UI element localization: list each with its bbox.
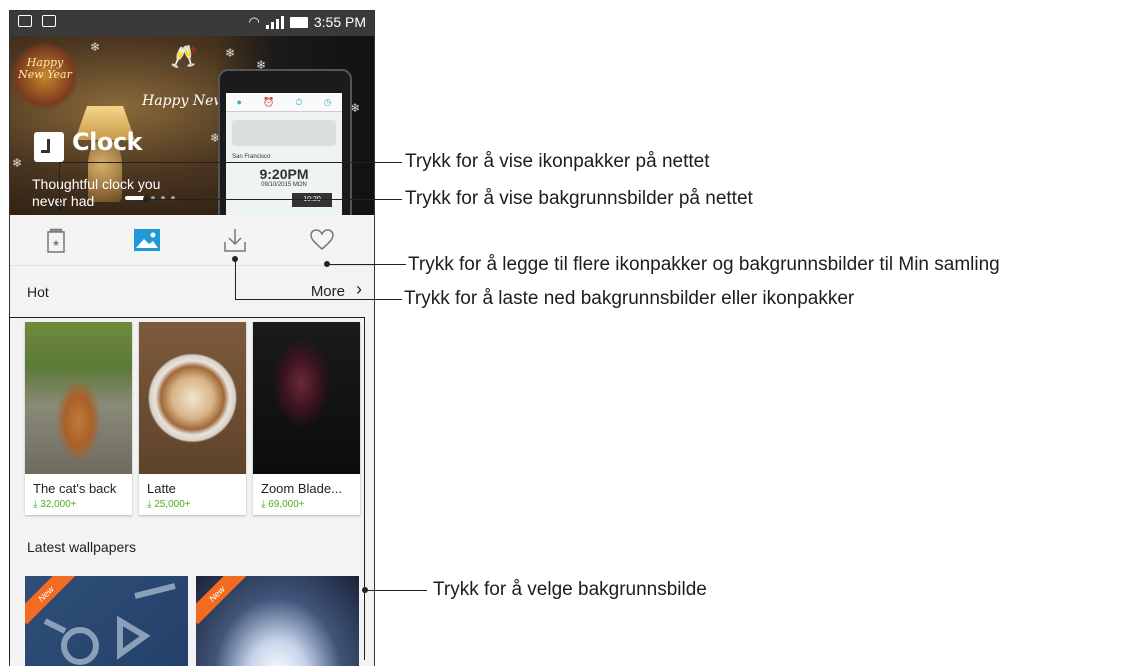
download-count: ⤓ 25,000+ [147, 499, 191, 510]
clock-app-icon [34, 132, 64, 162]
content-bracket-left [9, 317, 10, 660]
card-title: Latte [147, 481, 176, 496]
download-icon: ⤓ [147, 499, 152, 510]
latest-wallpaper-tile[interactable]: New [25, 576, 188, 666]
cat-wallpaper-thumbnail [25, 322, 132, 474]
chevron-right-icon[interactable]: › [356, 279, 362, 300]
content-bracket-right [364, 317, 365, 660]
content-bracket-top [9, 317, 365, 318]
calla-lily-wallpaper-thumbnail [253, 322, 360, 474]
download-count: ⤓ 32,000+ [33, 499, 77, 510]
hot-heading: Hot [27, 284, 49, 300]
callout-wallpapers: Trykk for å vise bakgrunnsbilder på nett… [405, 188, 753, 209]
wifi-icon: ◠ [248, 14, 260, 29]
card-title: The cat's back [33, 481, 117, 496]
screenshot-notification-icon [18, 15, 32, 27]
signal-icon [265, 15, 284, 29]
wallpaper-card[interactable]: Zoom Blade... ⤓ 69,000+ [253, 322, 360, 515]
snowflake-icon: ❄ [90, 40, 101, 54]
icon-pack-icon: ★ [47, 228, 65, 253]
happy-new-year-badge: Happy New Year [13, 41, 77, 111]
heart-icon [310, 229, 334, 250]
download-icon [224, 229, 246, 252]
notification-icons [18, 15, 56, 27]
category-toolbar: ★ [10, 215, 374, 266]
callout-icon-packs: Trykk for å vise ikonpakker på nettet [405, 151, 710, 172]
status-bar: ◠ 3:55 PM [10, 11, 374, 36]
status-time: 3:55 PM [313, 14, 366, 30]
wallpaper-card[interactable]: The cat's back ⤓ 32,000+ [25, 322, 132, 515]
featured-banner[interactable]: Happy New Year 🥂 Happy New Year ❄ ❄ ❄ ❄ … [10, 36, 374, 215]
callout-dot [57, 206, 63, 212]
favorites-tab[interactable] [302, 225, 342, 255]
latte-wallpaper-thumbnail [139, 322, 246, 474]
champagne-glasses-icon: 🥂 [170, 44, 198, 69]
callout-downloads: Trykk for å laste ned bakgrunnsbilder el… [404, 288, 855, 309]
icon-packs-tab[interactable]: ★ [36, 225, 76, 255]
wallpaper-icon [134, 229, 160, 251]
download-count: ⤓ 69,000+ [261, 499, 305, 510]
download-icon: ⤓ [33, 499, 38, 510]
latest-wallpaper-tile[interactable]: New [196, 576, 359, 666]
new-badge: New [196, 576, 248, 625]
svg-text:★: ★ [52, 239, 60, 249]
download-icon: ⤓ [261, 499, 266, 510]
banner-tagline: Thoughtful clock you never had [32, 176, 161, 209]
more-link[interactable]: More [311, 283, 345, 300]
gallery-notification-icon [42, 15, 56, 27]
card-title: Zoom Blade... [261, 481, 342, 496]
battery-icon [289, 16, 308, 28]
callout-select-wallpaper: Trykk for å velge bakgrunnsbilde [433, 579, 707, 600]
callout-favorites: Trykk for å legge til flere ikonpakker o… [408, 254, 1000, 275]
latest-wallpapers-heading: Latest wallpapers [27, 539, 136, 555]
banner-title: Clock [72, 128, 143, 156]
phone-screen: ◠ 3:55 PM Happy New Year 🥂 Happy New Yea… [9, 10, 375, 666]
wallpaper-card[interactable]: Latte ⤓ 25,000+ [139, 322, 246, 515]
snowflake-icon: ❄ [225, 46, 236, 60]
hot-section-header: Hot More › [10, 276, 374, 306]
downloads-tab[interactable] [215, 225, 255, 255]
phone-preview-illustration: ● ⏰ ⏱ ◷ San Francisco 9:20PM 09/10/2015 MON… [218, 69, 352, 215]
snowflake-icon: ❄ [12, 156, 23, 170]
wallpapers-tab[interactable] [127, 225, 167, 255]
